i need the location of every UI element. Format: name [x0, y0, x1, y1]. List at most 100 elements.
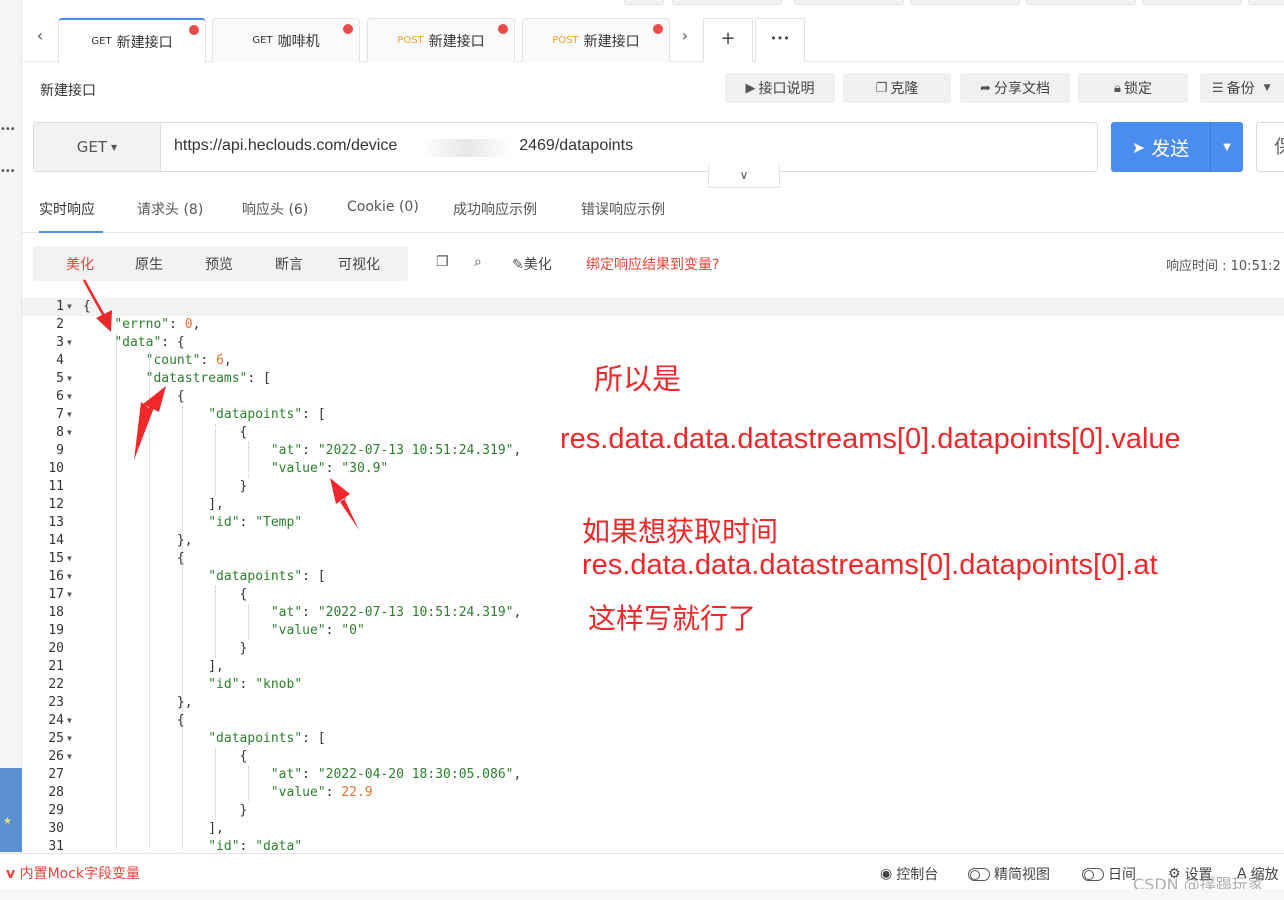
api-doc-button[interactable]: ▶ 接口说明: [725, 73, 835, 103]
fold-caret-icon[interactable]: ▼: [67, 370, 72, 388]
fold-caret-icon[interactable]: ▼: [67, 388, 72, 406]
fold-caret-icon[interactable]: ▼: [67, 568, 72, 586]
line-number: 4: [56, 353, 64, 368]
url-input[interactable]: https://api.heclouds.com/device 2469/data…: [174, 137, 633, 155]
code-text: {: [83, 587, 248, 602]
fold-caret-icon[interactable]: ▼: [67, 712, 72, 730]
code-line: 29 }: [22, 802, 1284, 820]
tab-request-headers[interactable]: 请求头 (8): [137, 199, 203, 219]
fold-caret-icon[interactable]: ▼: [67, 730, 72, 748]
line-number: 10: [48, 461, 64, 476]
tab-live-response[interactable]: 实时响应: [39, 199, 95, 219]
code-line: 2 "errno": 0,: [22, 316, 1284, 334]
send-button[interactable]: ➤ 发送 ▼: [1111, 122, 1243, 172]
code-text: },: [83, 533, 193, 548]
fold-caret-icon[interactable]: ▼: [67, 298, 72, 316]
save-button[interactable]: 保: [1256, 122, 1284, 172]
tab-error-example[interactable]: 错误响应示例: [581, 199, 665, 219]
line-number: 11: [48, 479, 64, 494]
backup-label: 备份: [1226, 81, 1255, 97]
annotation-text: 如果想获取时间: [582, 516, 779, 547]
tab-more-button[interactable]: •••: [755, 18, 805, 62]
tab-scroll-right-icon[interactable]: ›: [675, 26, 695, 45]
mode-assert[interactable]: 断言: [275, 254, 303, 274]
code-text: "id": "data": [208, 839, 303, 850]
code-text: "datastreams": [: [145, 371, 271, 386]
send-label: 发送: [1151, 137, 1190, 160]
page-title: 新建接口: [40, 83, 96, 99]
fold-caret-icon[interactable]: ▼: [67, 424, 72, 442]
copy-icon[interactable]: ❐: [436, 254, 449, 270]
backup-button[interactable]: ☰ 备份 ▼: [1200, 73, 1284, 103]
console-button[interactable]: ◉ 控制台: [880, 864, 938, 884]
url-bar: GET ▼ https://api.heclouds.com/device 246…: [33, 122, 1098, 172]
tab-request-4[interactable]: POST 新建接口: [522, 18, 670, 62]
code-line: 25 ▼ "datapoints": [: [22, 730, 1284, 748]
method-dropdown[interactable]: GET ▼: [34, 123, 161, 171]
tab-label: 新建接口: [428, 33, 485, 50]
collapse-chevron-icon[interactable]: ∨: [708, 164, 780, 188]
tab-label: 新建接口: [583, 33, 640, 50]
search-icon[interactable]: ⌕: [474, 254, 482, 270]
top-button: [624, 0, 664, 5]
code-text: "at": "2022-07-13 10:51:24.319",: [270, 605, 522, 620]
more-icon[interactable]: •••: [0, 124, 16, 135]
mode-raw[interactable]: 原生: [135, 254, 163, 274]
fold-caret-icon[interactable]: ▼: [67, 586, 72, 604]
tab-response-headers[interactable]: 响应头 (6): [242, 199, 308, 219]
fold-caret-icon[interactable]: ▼: [67, 550, 72, 568]
fold-caret-icon[interactable]: ▼: [67, 748, 72, 766]
tab-request-3[interactable]: POST 新建接口: [367, 18, 515, 62]
v-logo-icon: v: [6, 866, 16, 882]
console-label: 控制台: [896, 867, 939, 883]
line-number: 27: [48, 767, 64, 782]
line-number: 25: [48, 731, 64, 746]
share-doc-button[interactable]: ➦ 分享文档: [960, 73, 1070, 103]
tab-scroll-left-icon[interactable]: ‹: [30, 26, 50, 45]
theme-toggle[interactable]: 日间: [1082, 864, 1136, 884]
mode-preview[interactable]: 预览: [205, 254, 233, 274]
more-icon[interactable]: •••: [0, 166, 16, 177]
line-number: 18: [48, 605, 64, 620]
tab-request-1[interactable]: GET 新建接口: [58, 18, 206, 63]
code-line: 27 "at": "2022-04-20 18:30:05.086",: [22, 766, 1284, 784]
tab-label: 新建接口: [116, 34, 173, 51]
top-button: [672, 0, 782, 5]
tab-request-2[interactable]: GET 咖啡机: [212, 18, 360, 62]
line-number: 21: [48, 659, 64, 674]
app-root: { "tabs": [ {"method": "GET", "name": "新…: [0, 0, 1284, 900]
mock-vars-link[interactable]: v 内置Mock字段变量: [6, 863, 140, 883]
theme-label: 日间: [1108, 867, 1136, 883]
fold-caret-icon[interactable]: ▼: [67, 406, 72, 424]
send-main[interactable]: ➤ 发送: [1111, 122, 1211, 172]
code-line: 31 "id": "data": [22, 838, 1284, 850]
send-dropdown-icon[interactable]: ▼: [1211, 142, 1243, 153]
code-text: ],: [83, 497, 224, 512]
mode-visualize[interactable]: 可视化: [338, 254, 380, 274]
lock-button[interactable]: 🔒︎ 锁定: [1078, 73, 1188, 103]
tab-success-example[interactable]: 成功响应示例: [453, 199, 537, 219]
fold-caret-icon[interactable]: ▼: [67, 334, 72, 352]
compact-view-toggle[interactable]: 精简视图: [968, 864, 1050, 884]
tab-cookie[interactable]: Cookie (0): [347, 199, 419, 215]
new-tab-button[interactable]: +: [703, 18, 753, 62]
code-text: }: [83, 479, 248, 494]
response-time: 响应时间 : 10:51:2: [1166, 259, 1281, 274]
mode-beautify[interactable]: 美化: [66, 254, 94, 274]
compact-label: 精简视图: [994, 867, 1050, 883]
bind-result-link[interactable]: 绑定响应结果到变量?: [586, 254, 719, 274]
code-text: {: [83, 749, 248, 764]
unsaved-dot-icon: [343, 24, 353, 34]
beautify-button[interactable]: ✎美化: [512, 254, 552, 274]
code-text: ],: [83, 659, 224, 674]
star-icon[interactable]: ★: [3, 816, 12, 827]
code-text: "errno": 0,: [114, 317, 201, 332]
code-text: "datapoints": [: [208, 731, 326, 746]
top-button: [1142, 0, 1242, 5]
code-line: 24 ▼ {: [22, 712, 1284, 730]
code-line: 20 }: [22, 640, 1284, 658]
line-number: 16: [48, 569, 64, 584]
code-text: "value": "30.9": [270, 461, 389, 476]
sidebar-badge: [0, 768, 22, 852]
clone-button[interactable]: ❐ 克隆: [843, 73, 951, 103]
